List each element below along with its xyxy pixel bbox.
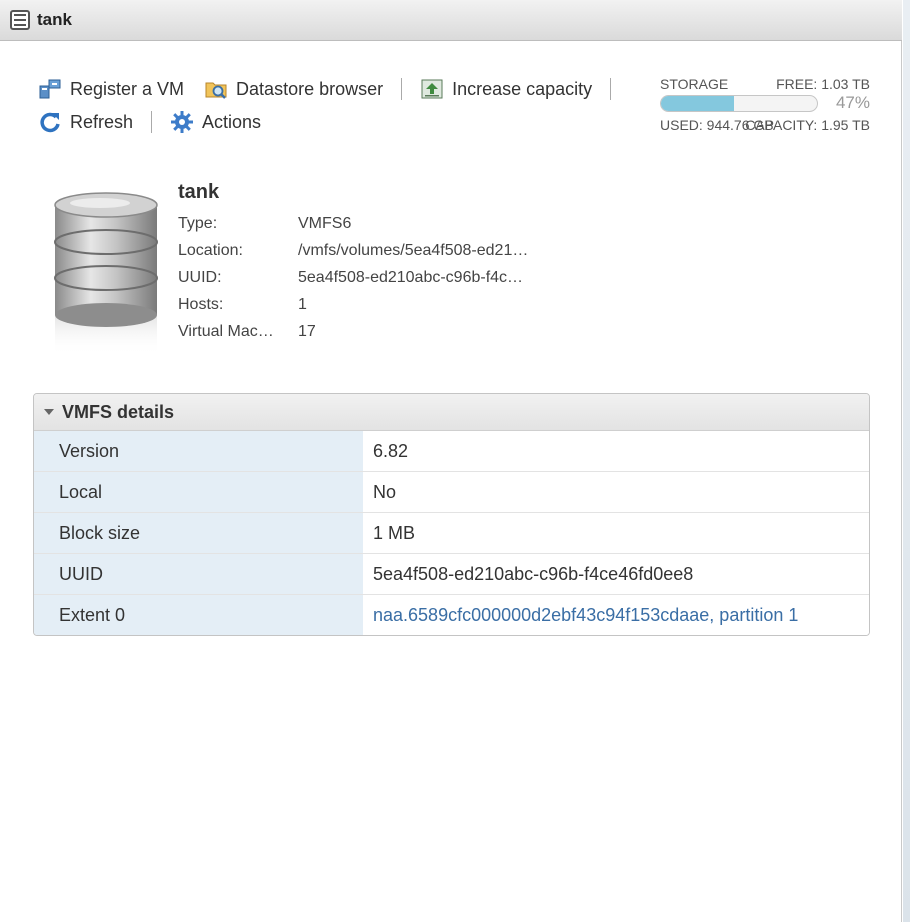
datastore-large-icon <box>50 190 162 360</box>
datastore-window: tank Register a VM Datastore browser Inc… <box>0 0 902 922</box>
storage-summary: STORAGE FREE: 1.03 TB 47% USED: 944.76 G… <box>660 75 870 135</box>
info-value: 1 <box>298 295 307 313</box>
datastore-info: tank Type: VMFS6 Location: /vmfs/volumes… <box>178 181 528 345</box>
storage-free: FREE: 1.03 TB <box>776 76 870 92</box>
info-value: /vmfs/volumes/5ea4f508-ed21… <box>298 241 529 259</box>
increase-capacity-icon <box>420 77 444 101</box>
info-label: Location: <box>178 241 243 259</box>
datastore-browser-label: Datastore browser <box>236 78 384 99</box>
info-row-virtual-machines: Virtual Mac… 17 <box>178 318 528 345</box>
refresh-button[interactable]: Refresh <box>38 110 133 134</box>
folder-search-icon <box>204 77 228 101</box>
info-label: Virtual Mac… <box>178 322 274 340</box>
refresh-label: Refresh <box>70 111 134 132</box>
info-row-uuid: UUID: 5ea4f508-ed210abc-c96b-f4c… <box>178 264 528 291</box>
extent-link[interactable]: naa.6589cfc000000d2ebf43c94f153cdaae, pa… <box>363 595 869 635</box>
table-row: Version 6.82 <box>34 431 869 472</box>
table-row: UUID 5ea4f508-ed210abc-c96b-f4ce46fd0ee8 <box>34 554 869 595</box>
gear-icon <box>170 110 194 134</box>
table-row: Local No <box>34 472 869 513</box>
row-key: UUID <box>34 554 363 594</box>
datastore-icon <box>10 10 30 30</box>
row-key: Version <box>34 431 363 471</box>
datastore-browser-button[interactable]: Datastore browser <box>204 77 383 101</box>
toolbar: Register a VM Datastore browser Increase… <box>38 74 638 140</box>
row-value: 6.82 <box>363 431 869 471</box>
storage-usage-bar <box>660 94 818 112</box>
vmfs-details-panel: VMFS details Version 6.82 Local No Block… <box>33 393 870 636</box>
row-value: 1 MB <box>363 513 869 553</box>
toolbar-divider <box>610 78 612 100</box>
info-row-type: Type: VMFS6 <box>178 210 528 237</box>
register-vm-icon <box>38 77 62 101</box>
row-value: No <box>363 472 869 512</box>
caret-down-icon <box>44 409 54 415</box>
table-row: Block size 1 MB <box>34 513 869 554</box>
row-key: Extent 0 <box>34 595 363 635</box>
toolbar-divider <box>151 111 153 133</box>
info-value: 5ea4f508-ed210abc-c96b-f4c… <box>298 268 524 286</box>
increase-capacity-label: Increase capacity <box>452 78 593 99</box>
refresh-icon <box>38 110 62 134</box>
actions-label: Actions <box>202 111 262 132</box>
background-strip <box>903 0 910 922</box>
register-vm-button[interactable]: Register a VM <box>38 77 184 101</box>
storage-capacity: CAPACITY: 1.95 TB <box>745 117 870 133</box>
row-value: 5ea4f508-ed210abc-c96b-f4ce46fd0ee8 <box>363 554 869 594</box>
table-row: Extent 0 naa.6589cfc000000d2ebf43c94f153… <box>34 595 869 635</box>
increase-capacity-button[interactable]: Increase capacity <box>420 77 592 101</box>
actions-button[interactable]: Actions <box>170 110 261 134</box>
register-vm-label: Register a VM <box>70 78 185 99</box>
storage-label: STORAGE <box>660 76 729 92</box>
info-value: VMFS6 <box>298 214 352 232</box>
window-title: tank <box>37 10 72 29</box>
vmfs-details-title: VMFS details <box>62 401 175 422</box>
title-bar: tank <box>0 0 902 41</box>
toolbar-divider <box>401 78 403 100</box>
storage-percent: 47% <box>835 93 870 112</box>
row-key: Block size <box>34 513 363 553</box>
info-label: Hosts: <box>178 295 224 313</box>
vmfs-details-header[interactable]: VMFS details <box>34 394 869 431</box>
storage-usage-fill <box>661 95 735 111</box>
info-row-hosts: Hosts: 1 <box>178 291 528 318</box>
info-row-location: Location: /vmfs/volumes/5ea4f508-ed21… <box>178 237 528 264</box>
info-label: Type: <box>178 214 218 232</box>
info-value: 17 <box>298 322 316 340</box>
datastore-name: tank <box>178 181 220 203</box>
info-label: UUID: <box>178 268 222 286</box>
row-key: Local <box>34 472 363 512</box>
